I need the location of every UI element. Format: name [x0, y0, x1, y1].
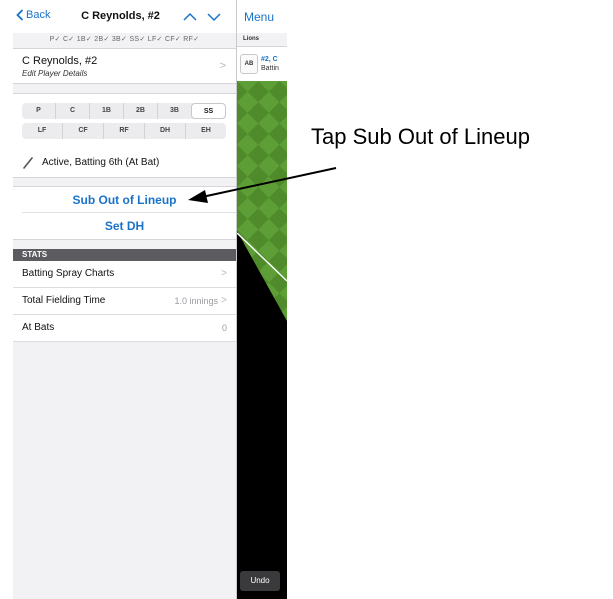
- next-player-button[interactable]: [207, 9, 221, 27]
- app-screen: Back C Reynolds, #2 P✓ C✓ 1B✓ 2B✓ 3B✓ SS…: [13, 0, 287, 599]
- batter-name: #2, C: [261, 56, 278, 63]
- previous-player-button[interactable]: [183, 9, 197, 27]
- stat-value: 1.0 innings: [174, 296, 218, 306]
- position-selector: P C 1B 2B 3B SS LF CF RF DH EH: [13, 93, 236, 150]
- stat-row-batting-spray-charts[interactable]: Batting Spray Charts >: [13, 261, 236, 288]
- position-eh[interactable]: EH: [185, 123, 226, 139]
- set-dh-button[interactable]: Set DH: [13, 219, 236, 233]
- stat-label: Total Fielding Time: [22, 295, 106, 306]
- position-lf[interactable]: LF: [22, 123, 62, 139]
- position-row-2: LF CF RF DH EH: [22, 123, 226, 139]
- stat-label: At Bats: [22, 322, 55, 333]
- eligible-positions-summary: P✓ C✓ 1B✓ 2B✓ 3B✓ SS✓ LF✓ CF✓ RF✓: [13, 33, 236, 47]
- position-2b[interactable]: 2B: [123, 103, 157, 119]
- stat-row-at-bats: At Bats 0: [13, 315, 236, 342]
- batter-status: Battin: [261, 65, 279, 72]
- player-detail-panel: Back C Reynolds, #2 P✓ C✓ 1B✓ 2B✓ 3B✓ SS…: [13, 0, 237, 599]
- back-button[interactable]: Back: [16, 9, 50, 21]
- position-p[interactable]: P: [22, 103, 55, 119]
- chevron-up-icon: [183, 12, 197, 21]
- stat-value: 0: [221, 323, 227, 333]
- game-view-panel: Menu Lions AB #2, C Battin Undo: [237, 0, 287, 599]
- nav-bar: Back C Reynolds, #2: [13, 0, 236, 34]
- position-row-1: P C 1B 2B 3B SS: [22, 103, 226, 119]
- chevron-left-icon: [16, 9, 24, 21]
- sub-out-of-lineup-button[interactable]: Sub Out of Lineup: [13, 193, 236, 207]
- divider: [22, 212, 236, 213]
- edit-player-label: Edit Player Details: [22, 69, 88, 78]
- stats-section-header: STATS: [13, 249, 236, 261]
- current-batter-row[interactable]: AB #2, C Battin: [237, 46, 287, 82]
- lineup-actions: Sub Out of Lineup Set DH: [13, 186, 236, 240]
- bat-icon: [23, 157, 33, 169]
- stat-label: Batting Spray Charts: [22, 268, 115, 279]
- chevron-down-icon: [207, 13, 221, 22]
- menu-button[interactable]: Menu: [244, 10, 274, 24]
- edit-player-row[interactable]: C Reynolds, #2 Edit Player Details >: [13, 48, 236, 84]
- stat-row-total-fielding-time[interactable]: Total Fielding Time 1.0 innings >: [13, 288, 236, 315]
- position-c[interactable]: C: [55, 103, 89, 119]
- game-nav-bar: Menu: [237, 0, 287, 33]
- instruction-callout: Tap Sub Out of Lineup: [311, 124, 530, 149]
- team-label: Lions: [237, 33, 287, 46]
- baseball-field-graphic: [237, 81, 287, 321]
- player-name: C Reynolds, #2: [22, 55, 98, 67]
- position-cf[interactable]: CF: [62, 123, 103, 139]
- position-1b[interactable]: 1B: [89, 103, 123, 119]
- back-label: Back: [26, 9, 51, 21]
- position-dh[interactable]: DH: [144, 123, 185, 139]
- position-3b[interactable]: 3B: [157, 103, 191, 119]
- undo-button[interactable]: Undo: [240, 571, 280, 591]
- page-title: C Reynolds, #2: [81, 10, 160, 22]
- at-bat-badge: AB: [240, 54, 258, 74]
- position-ss[interactable]: SS: [191, 103, 226, 119]
- player-status-row: Active, Batting 6th (At Bat): [13, 149, 236, 178]
- position-rf[interactable]: RF: [103, 123, 144, 139]
- chevron-right-icon: >: [219, 60, 226, 72]
- chevron-right-icon: >: [221, 295, 227, 306]
- chevron-right-icon: >: [221, 268, 227, 279]
- player-status: Active, Batting 6th (At Bat): [42, 157, 160, 168]
